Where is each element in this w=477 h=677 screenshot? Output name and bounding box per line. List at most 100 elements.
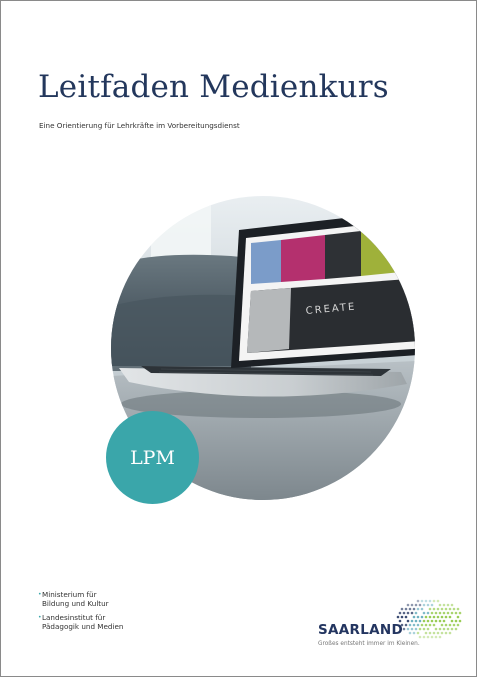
logo-dot (416, 623, 420, 627)
logo-dot (456, 607, 460, 611)
logo-dot (404, 607, 408, 611)
logo-dot (438, 619, 442, 623)
logo-dot (420, 615, 424, 619)
logo-dot (402, 627, 406, 631)
logo-dot (434, 635, 438, 639)
logo-dot (418, 635, 422, 639)
logo-dot (440, 631, 444, 635)
logo-dot (424, 623, 428, 627)
logo-dot (424, 615, 428, 619)
logo-dot (404, 615, 408, 619)
logo-dot (418, 603, 422, 607)
logo-dot (420, 623, 424, 627)
logo-dot (434, 627, 438, 631)
logo-dot (436, 631, 440, 635)
logo-dot (456, 615, 460, 619)
logo-dot (442, 627, 446, 631)
logo-dot (432, 615, 436, 619)
logo-dot (444, 623, 448, 627)
logo-dot (410, 627, 414, 631)
logo-dot (438, 635, 442, 639)
logo-dot (438, 603, 442, 607)
logo-dot (408, 607, 412, 611)
logo-dot (422, 627, 426, 631)
logo-dot (398, 611, 402, 615)
logo-dot (432, 623, 436, 627)
logo-dot (416, 599, 420, 603)
logo-dot (436, 599, 440, 603)
logo-dot (444, 615, 448, 619)
logo-dot (418, 619, 422, 623)
org-line: Pädagogik und Medien (42, 621, 124, 631)
logo-dot (440, 615, 444, 619)
cover-page: Leitfaden Medienkurs Eine Orientierung f… (0, 0, 477, 677)
logo-dot (404, 623, 408, 627)
logo-dot (446, 627, 450, 631)
logo-dot (442, 611, 446, 615)
logo-dot (428, 615, 432, 619)
logo-dot (454, 619, 458, 623)
logo-dot (454, 611, 458, 615)
logo-dot (448, 623, 452, 627)
saarland-logo-text: SAARLAND (318, 622, 403, 638)
logo-dot (442, 619, 446, 623)
logo-dot (432, 607, 436, 611)
logo-dot (458, 611, 462, 615)
logo-dot (434, 619, 438, 623)
logo-dot (410, 619, 414, 623)
logo-dot (428, 631, 432, 635)
logo-dot (448, 607, 452, 611)
logo-dot (408, 623, 412, 627)
logo-dot (416, 615, 420, 619)
logo-dot (402, 611, 406, 615)
logo-dot (426, 619, 430, 623)
logo-dot (412, 623, 416, 627)
logo-dot (424, 599, 428, 603)
logo-dot (440, 607, 444, 611)
logo-dot (412, 631, 416, 635)
logo-dot (426, 627, 430, 631)
logo-dot (430, 611, 434, 615)
logo-dot (420, 599, 424, 603)
logo-dot (406, 619, 410, 623)
logo-dot (450, 603, 454, 607)
logo-dot (450, 611, 454, 615)
logo-dot (422, 603, 426, 607)
lpm-badge: LPM (106, 411, 199, 504)
logo-dot (436, 615, 440, 619)
logo-dot (412, 607, 416, 611)
logo-dot (438, 611, 442, 615)
logo-dot (426, 603, 430, 607)
logo-dot (448, 631, 452, 635)
logo-dot (438, 627, 442, 631)
logo-dot (406, 627, 410, 631)
org-line: Bildung und Kultur (42, 598, 109, 608)
logo-dot (428, 607, 432, 611)
organization-institute: • Landesinstitut für Pädagogik und Medie… (38, 613, 124, 631)
logo-dot (458, 619, 462, 623)
logo-dot (430, 635, 434, 639)
logo-dot (432, 631, 436, 635)
logo-dot (420, 607, 424, 611)
logo-dot (448, 615, 452, 619)
logo-dot (440, 623, 444, 627)
logo-dot (414, 603, 418, 607)
logo-dot (456, 623, 460, 627)
bullet-icon: • (38, 591, 42, 598)
logo-dot (428, 623, 432, 627)
logo-dot (426, 611, 430, 615)
logo-dot (426, 635, 430, 639)
logo-dot (406, 611, 410, 615)
logo-dot (408, 631, 412, 635)
logo-dot (410, 603, 414, 607)
bullet-icon: • (38, 614, 42, 621)
logo-dot (450, 619, 454, 623)
logo-dot (406, 603, 410, 607)
logo-dot (396, 615, 400, 619)
logo-dot (434, 611, 438, 615)
logo-dot (446, 603, 450, 607)
logo-dot (422, 611, 426, 615)
logo-dot (442, 603, 446, 607)
logo-dot (400, 615, 404, 619)
logo-dot (430, 603, 434, 607)
